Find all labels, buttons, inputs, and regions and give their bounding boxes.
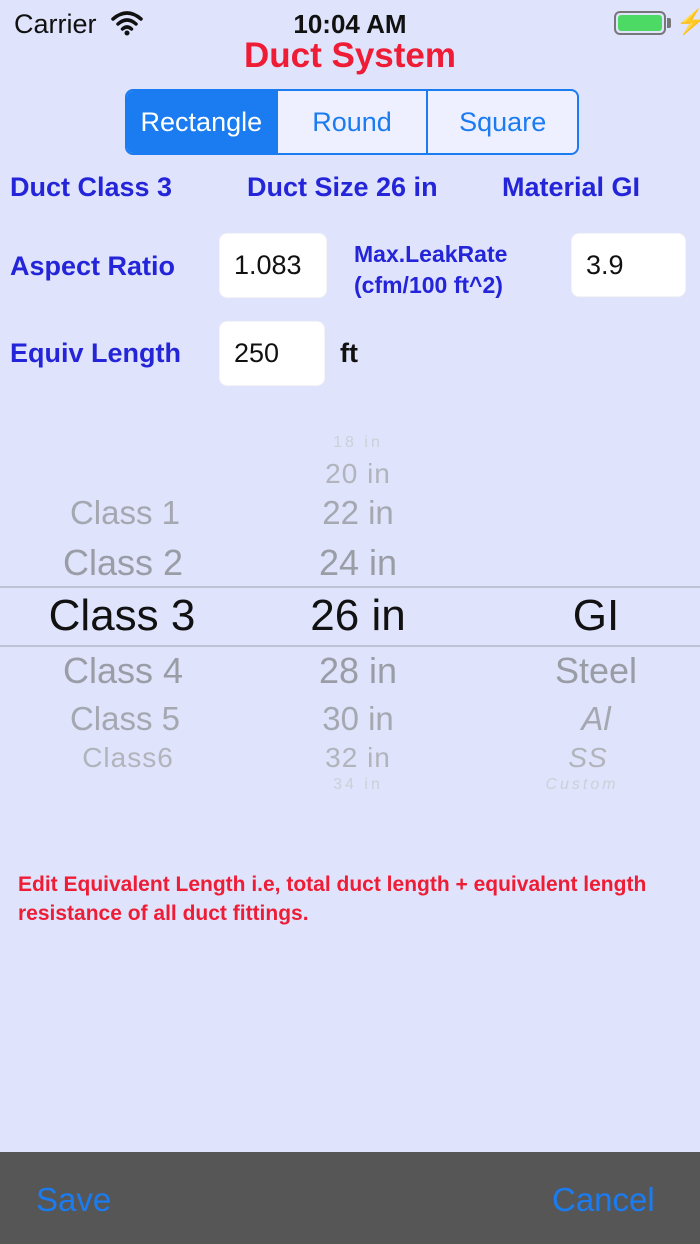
picker-class-option[interactable]: Class 5 [0,700,250,738]
picker-size-option[interactable]: 24 in [250,542,466,584]
picker-class-option[interactable]: Class 4 [0,650,246,692]
picker-class-selected[interactable]: Class 3 [0,591,244,641]
cancel-button[interactable]: Cancel [552,1181,655,1219]
material-summary: Material GI [502,172,641,202]
picker-size-selected[interactable]: 26 in [250,591,466,641]
aspect-ratio-field[interactable]: 1.083 [219,233,327,298]
save-button[interactable]: Save [36,1181,111,1219]
segment-round[interactable]: Round [278,91,429,153]
equiv-length-field[interactable]: 250 [219,321,325,386]
picker-size-option[interactable]: 34 in [250,776,466,794]
picker-material-option[interactable]: Steel [494,650,698,692]
battery-cap [667,18,671,28]
picker-class-option[interactable]: Class6 [0,742,256,774]
duct-size-summary: Duct Size 26 in [247,172,438,202]
segment-square[interactable]: Square [428,91,577,153]
picker-class-option[interactable]: Class 1 [0,494,250,532]
picker-material-option[interactable]: Custom [480,776,684,794]
equiv-length-unit: ft [340,338,358,368]
max-leak-rate-label: Max.LeakRate (cfm/100 ft^2) [354,239,507,301]
equiv-length-label: Equiv Length [10,338,181,368]
picker-selection-top-line [0,586,700,588]
max-leak-rate-field[interactable]: 3.9 [571,233,686,297]
picker-size-option[interactable]: 32 in [250,742,466,774]
page-title: Duct System [243,36,457,75]
charging-icon: ⚡ [676,9,700,36]
duct-shape-segmented-control: Rectangle Round Square [125,89,579,155]
picker-selection-bottom-line [0,645,700,647]
max-leak-rate-label-line2: (cfm/100 ft^2) [354,272,503,298]
picker-size-option[interactable]: 28 in [250,650,466,692]
aspect-ratio-label: Aspect Ratio [10,251,176,281]
picker-size-option[interactable]: 30 in [250,700,466,738]
max-leak-rate-label-line1: Max.LeakRate [354,241,508,267]
picker-class-option[interactable]: Class 2 [0,542,246,584]
battery-level [618,15,662,31]
battery-icon [614,11,666,35]
picker-size-option[interactable]: 20 in [250,458,466,490]
picker-material-option[interactable]: Al [494,700,698,738]
equiv-length-hint: Edit Equivalent Length i.e, total duct l… [18,873,647,925]
picker-size-option[interactable]: 18 in [250,434,466,452]
picker-material-option[interactable]: SS [486,742,690,774]
picker-material-selected[interactable]: GI [494,591,698,641]
duct-class-summary: Duct Class 3 [10,172,173,202]
segment-rectangle[interactable]: Rectangle [127,91,278,153]
picker-size-option[interactable]: 22 in [250,494,466,532]
